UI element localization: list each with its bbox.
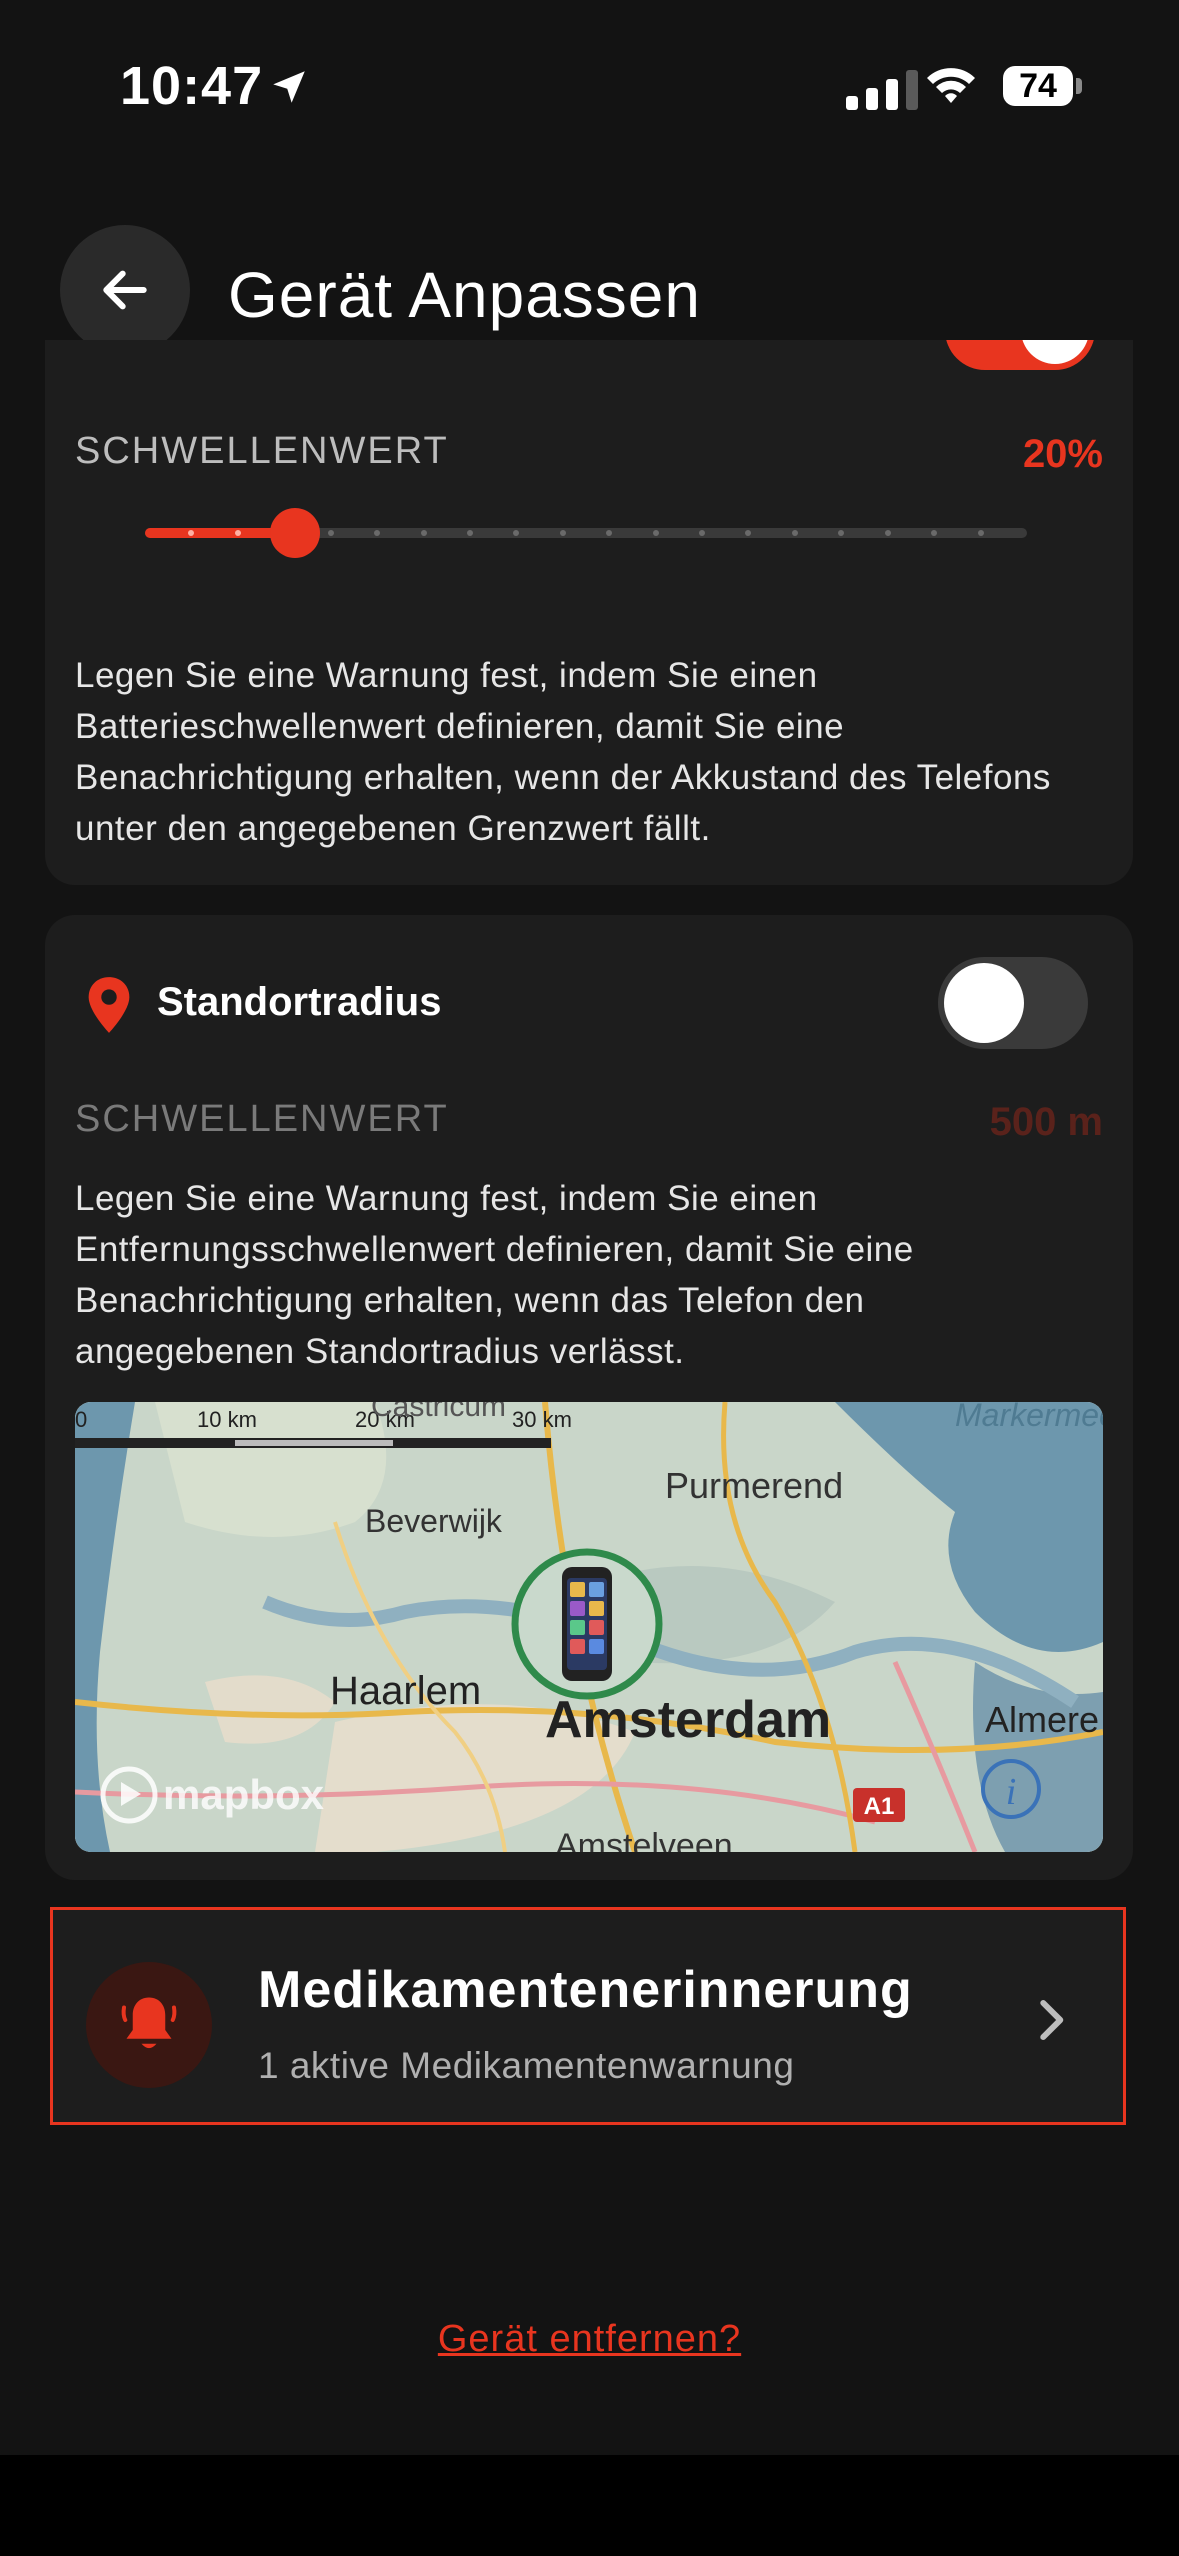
map-label-beverwijk: Beverwijk: [365, 1503, 503, 1539]
back-button[interactable]: [60, 225, 190, 355]
map-label-castricum: Castricum: [371, 1402, 506, 1423]
chevron-right-icon: [1040, 1999, 1064, 2041]
page-title: Gerät Anpassen: [228, 259, 701, 331]
map-label-amsterdam: Amsterdam: [545, 1691, 831, 1749]
map-scale-bar-segment: [235, 1440, 393, 1446]
map-label-amstelveen: Amstelveen: [555, 1827, 733, 1852]
status-bar: 10:47 74: [0, 0, 1179, 170]
map-label-purmerend: Purmerend: [665, 1465, 843, 1506]
slider-step-dot: [234, 530, 241, 536]
location-map[interactable]: 0 10 km 20 km 30 km Castricum Purmerend …: [75, 1402, 1103, 1852]
slider-step-dot: [466, 530, 473, 536]
battery-cap: [1076, 78, 1082, 94]
app-tile: [589, 1620, 604, 1635]
battery-threshold-description: Legen Sie eine Warnung fest, indem Sie e…: [75, 656, 1051, 848]
battery-alert-toggle[interactable]: [945, 340, 1095, 370]
map-land-patch: [155, 1402, 387, 1537]
map-scale-0: 0: [75, 1407, 87, 1432]
app-tile: [589, 1582, 604, 1597]
arrow-left-icon: [103, 270, 147, 310]
slider-step-dot: [559, 530, 566, 536]
cellular-signal-icon: [846, 70, 918, 110]
location-arrow-icon: [273, 71, 305, 103]
battery-threshold-label: SCHWELLENWERT: [75, 430, 449, 472]
app-tile: [570, 1582, 585, 1597]
location-radius-card: Standortradius SCHWELLENWERT 500 m Legen…: [45, 915, 1133, 1880]
map-scale-30: 30 km: [512, 1407, 572, 1432]
battery-threshold-value: 20%: [1022, 432, 1103, 476]
battery-threshold-slider[interactable]: [145, 508, 1027, 558]
slider-step-dot: [977, 530, 984, 536]
battery-threshold-card: SCHWELLENWERT 20% Legen Sie eine Warnung…: [45, 340, 1133, 885]
slider-step-dot: [327, 530, 334, 536]
slider-step-dot: [652, 530, 659, 536]
map-label-almere: Almere: [985, 1699, 1099, 1740]
mapbox-attribution: mapbox: [163, 1771, 325, 1818]
app-tile: [570, 1620, 585, 1635]
toggle-knob: [944, 963, 1024, 1043]
app-tile: [570, 1639, 585, 1654]
map-label-haarlem: Haarlem: [330, 1669, 481, 1713]
location-threshold-label: SCHWELLENWERT: [75, 1098, 449, 1140]
remove-device-link[interactable]: Gerät entfernen?: [0, 2318, 1179, 2361]
medication-reminder-row[interactable]: Medikamentenerinnerung 1 aktive Medikame…: [50, 1907, 1126, 2125]
battery-indicator: 74: [1003, 66, 1073, 106]
medication-title: Medikamentenerinnerung: [258, 1961, 913, 2019]
map-canvas: 0 10 km 20 km 30 km Castricum Purmerend …: [75, 1402, 1103, 1852]
bottom-safe-area: [0, 2455, 1179, 2556]
bell-icon: [121, 1997, 177, 2049]
slider-step-dot: [791, 530, 798, 536]
map-label-markermeer: Markermeer: [955, 1402, 1103, 1433]
status-time: 10:47: [120, 56, 264, 116]
app-tile: [589, 1601, 604, 1616]
location-threshold-value: 500 m: [989, 1100, 1103, 1144]
slider-step-dot: [420, 530, 427, 536]
map-scale-10: 10 km: [197, 1407, 257, 1432]
slider-thumb[interactable]: [269, 508, 320, 558]
location-pin-icon: [88, 977, 130, 1033]
toggle-knob: [1021, 340, 1089, 364]
medication-subtitle: 1 aktive Medikamentenwarnung: [258, 2045, 795, 2086]
app-tile: [589, 1639, 604, 1654]
slider-step-dot: [699, 530, 706, 536]
wifi-icon: [927, 68, 975, 103]
location-card-title: Standortradius: [157, 980, 442, 1024]
location-threshold-description: Legen Sie eine Warnung fest, indem Sie e…: [75, 1179, 914, 1371]
medication-icon-wrapper: [86, 1962, 212, 2088]
slider-step-dot: [884, 530, 891, 536]
location-alert-toggle[interactable]: [938, 957, 1088, 1049]
map-info-glyph: i: [1006, 1771, 1017, 1813]
road-shield-label: A1: [864, 1793, 895, 1820]
app-tile: [570, 1601, 585, 1616]
